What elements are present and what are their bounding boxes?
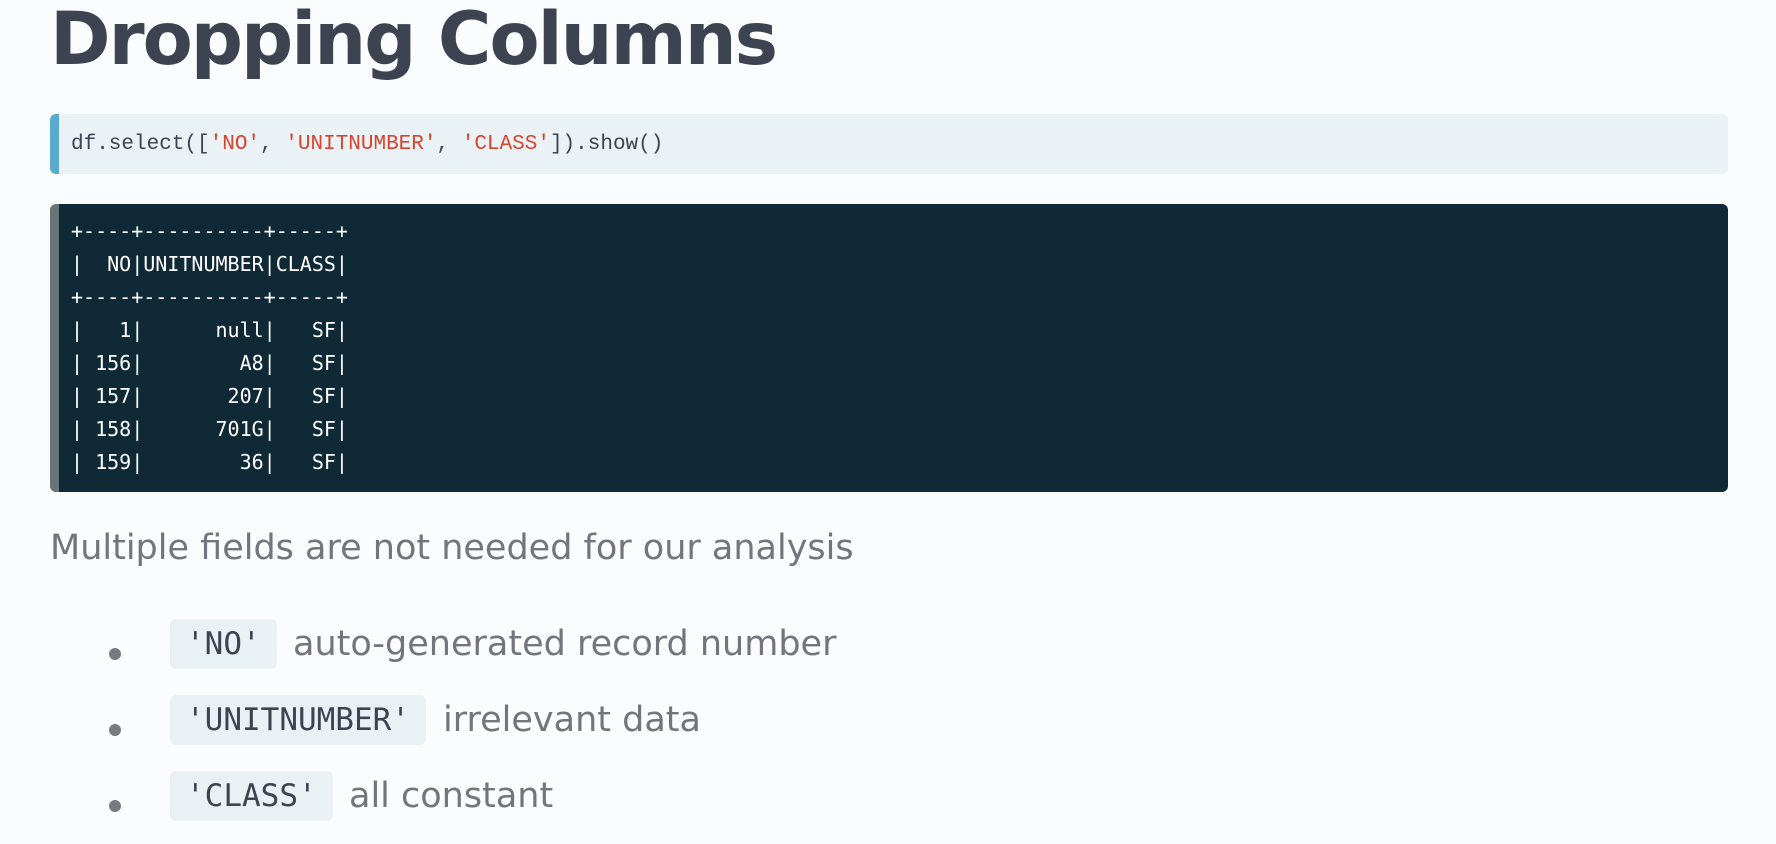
bullet-dot-icon bbox=[109, 648, 121, 660]
code-text: ]).show() bbox=[549, 132, 664, 156]
output-line: | NO|UNITNUMBER|CLASS| bbox=[71, 252, 348, 276]
bullet-dot-icon bbox=[109, 724, 121, 736]
output-line: | 157| 207| SF| bbox=[71, 384, 348, 408]
output-line: +----+----------+-----+ bbox=[71, 219, 348, 243]
string-literal: 'UNITNUMBER' bbox=[285, 132, 437, 156]
page-title: Dropping Columns bbox=[50, 0, 778, 82]
code-text: , bbox=[260, 132, 286, 156]
code-text: , bbox=[436, 132, 462, 156]
string-literal: 'NO' bbox=[209, 132, 261, 156]
field-code: 'UNITNUMBER' bbox=[170, 695, 426, 745]
field-description: irrelevant data bbox=[443, 700, 701, 740]
field-description: auto-generated record number bbox=[293, 624, 837, 664]
code-text: df.select([ bbox=[71, 132, 210, 156]
code-output-cell: +----+----------+-----+ | NO|UNITNUMBER|C… bbox=[50, 204, 1728, 492]
section-subtitle: Multiple fields are not needed for our a… bbox=[50, 528, 854, 568]
slide: Dropping Columns df.select(['NO', 'UNITN… bbox=[0, 0, 1776, 830]
bullet-dot-icon bbox=[109, 800, 121, 812]
output-line: | 158| 701G| SF| bbox=[71, 417, 348, 441]
field-code: 'CLASS' bbox=[170, 771, 333, 821]
field-code: 'NO' bbox=[170, 619, 277, 669]
output-line: +----+----------+-----+ bbox=[71, 285, 348, 309]
output-line: | 1| null| SF| bbox=[71, 318, 348, 342]
field-description: all constant bbox=[349, 776, 554, 816]
code-input-cell: df.select(['NO', 'UNITNUMBER', 'CLASS'])… bbox=[50, 114, 1728, 174]
output-line: | 156| A8| SF| bbox=[71, 351, 348, 375]
output-line: | 159| 36| SF| bbox=[71, 450, 348, 474]
string-literal: 'CLASS' bbox=[461, 132, 550, 156]
